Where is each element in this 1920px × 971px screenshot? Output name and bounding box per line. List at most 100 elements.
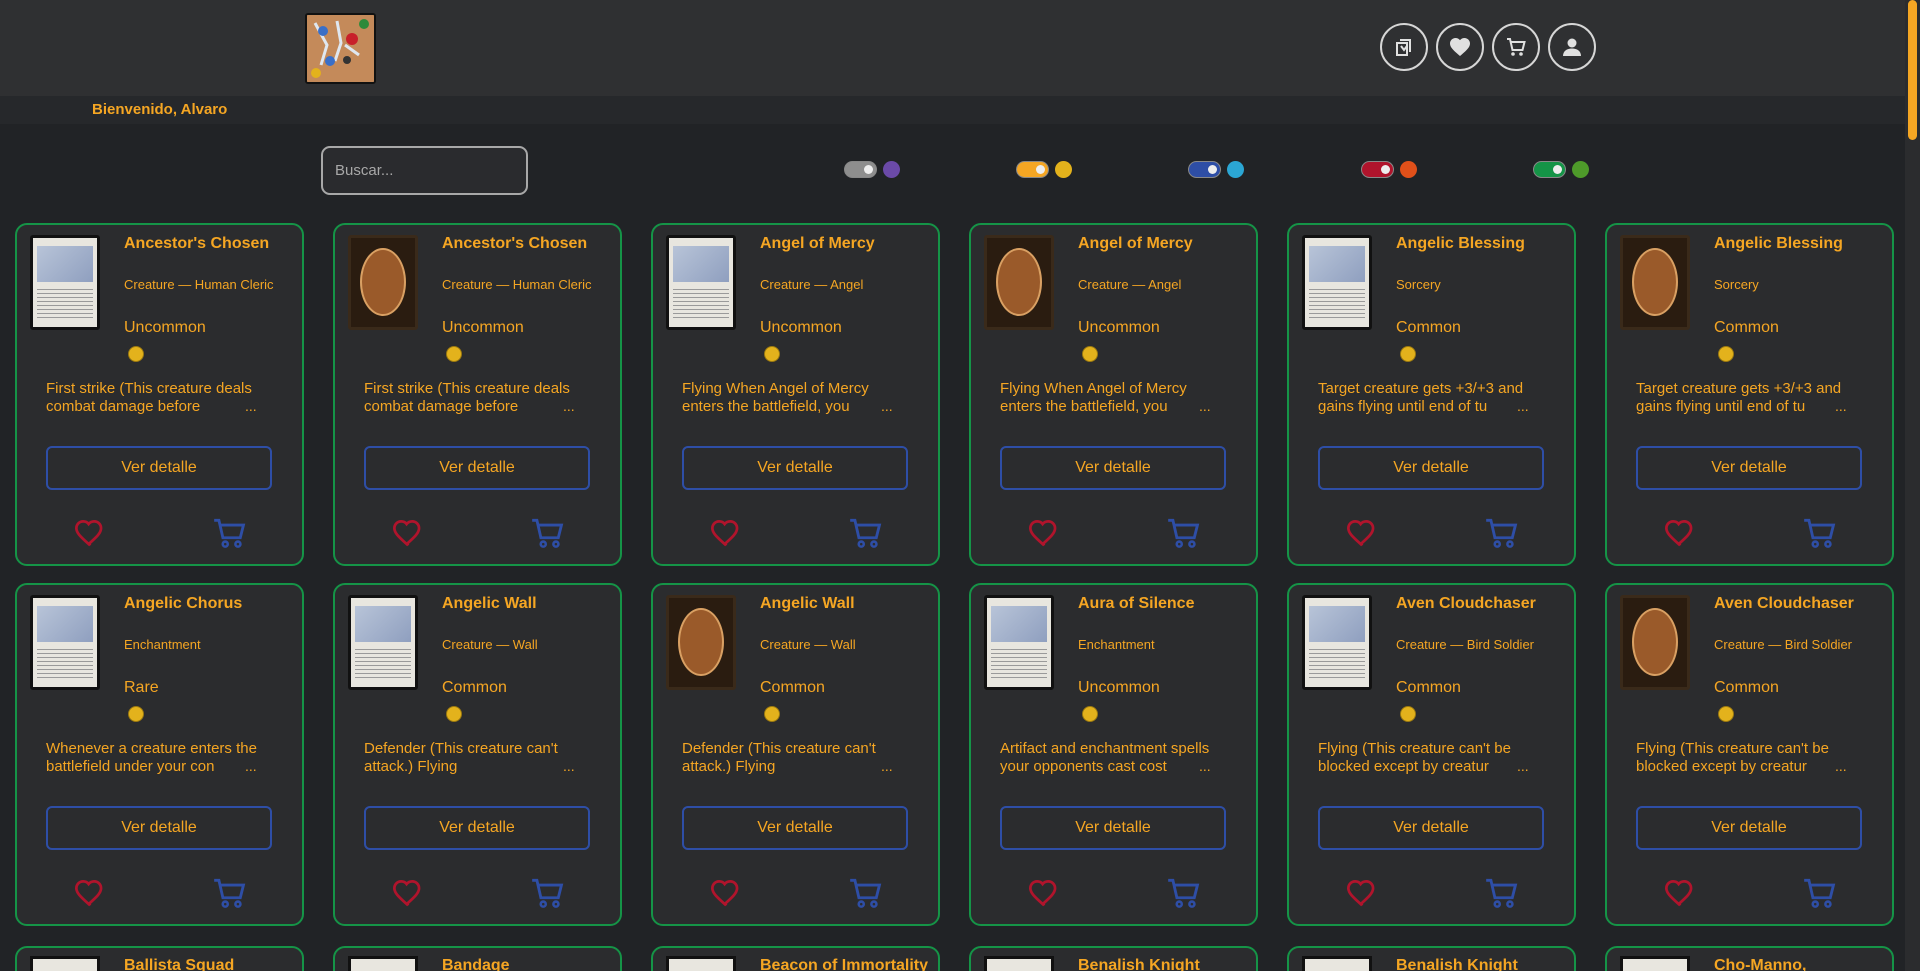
card-image[interactable] xyxy=(30,595,100,690)
card-image[interactable] xyxy=(1620,595,1690,690)
card-type: Sorcery xyxy=(1396,277,1441,292)
cart-icon[interactable] xyxy=(529,515,567,556)
heart-icon[interactable] xyxy=(391,878,425,913)
view-detail-button[interactable]: Ver detalle xyxy=(682,806,908,850)
filter-toggle-green[interactable] xyxy=(1533,161,1589,178)
heart-icon[interactable] xyxy=(1663,878,1697,913)
card-image[interactable] xyxy=(1620,235,1690,330)
card-rarity: Common xyxy=(1396,679,1461,696)
card-image[interactable] xyxy=(984,595,1054,690)
view-detail-button[interactable]: Ver detalle xyxy=(1000,446,1226,490)
cart-icon[interactable] xyxy=(1801,515,1839,556)
view-detail-button[interactable]: Ver detalle xyxy=(1000,806,1226,850)
card-image[interactable] xyxy=(30,235,100,330)
filter-toggle-white[interactable] xyxy=(1016,161,1072,178)
card-description: First strike (This creature deals combat… xyxy=(46,380,252,415)
card-image[interactable] xyxy=(1620,956,1690,971)
card-rarity: Uncommon xyxy=(1078,679,1160,696)
heart-icon[interactable] xyxy=(1027,878,1061,913)
card-type: Creature — Wall xyxy=(760,637,856,652)
card-image[interactable] xyxy=(1302,235,1372,330)
heart-icon[interactable] xyxy=(1436,23,1484,71)
view-detail-button[interactable]: Ver detalle xyxy=(1318,446,1544,490)
card-item: Benalish Knight xyxy=(969,946,1258,971)
card-item: Aura of Silence Enchantment Uncommon Artifa… xyxy=(969,583,1258,926)
card-image[interactable] xyxy=(348,235,418,330)
card-pack-icon[interactable] xyxy=(1380,23,1428,71)
view-detail-button[interactable]: Ver detalle xyxy=(364,806,590,850)
description-ellipsis: ... xyxy=(877,398,893,414)
card-title: Angelic Blessing xyxy=(1714,235,1843,252)
mana-logo-icon[interactable] xyxy=(305,13,376,84)
white-mana-icon xyxy=(764,346,780,362)
card-item: Angelic Wall Creature — Wall Common Defende… xyxy=(651,583,940,926)
cart-icon[interactable] xyxy=(1492,23,1540,71)
toggle-switch[interactable] xyxy=(1016,161,1049,178)
heart-icon[interactable] xyxy=(709,878,743,913)
cart-icon[interactable] xyxy=(211,515,249,556)
toggle-switch[interactable] xyxy=(1188,161,1221,178)
cart-icon[interactable] xyxy=(1165,875,1203,916)
card-title: Angel of Mercy xyxy=(1078,235,1193,252)
card-image[interactable] xyxy=(984,235,1054,330)
scrollbar-thumb[interactable] xyxy=(1908,0,1917,140)
card-item: Bandage xyxy=(333,946,622,971)
view-detail-button[interactable]: Ver detalle xyxy=(46,446,272,490)
filter-toggle-black[interactable] xyxy=(844,161,900,178)
card-description: First strike (This creature deals combat… xyxy=(364,380,570,415)
cart-icon[interactable] xyxy=(847,875,885,916)
card-image[interactable] xyxy=(1302,595,1372,690)
white-mana-icon xyxy=(446,706,462,722)
card-image[interactable] xyxy=(666,235,736,330)
heart-icon[interactable] xyxy=(1027,518,1061,553)
card-title: Aura of Silence xyxy=(1078,595,1195,612)
cart-icon[interactable] xyxy=(529,875,567,916)
card-description: Target creature gets +3/+3 and gains fly… xyxy=(1636,380,1842,415)
card-image[interactable] xyxy=(348,956,418,971)
search-input[interactable] xyxy=(321,146,528,195)
view-detail-button[interactable]: Ver detalle xyxy=(1636,806,1862,850)
card-image[interactable] xyxy=(984,956,1054,971)
toggle-switch[interactable] xyxy=(844,161,877,178)
toggle-switch[interactable] xyxy=(1533,161,1566,178)
card-description: Defender (This creature can't attack.) F… xyxy=(682,740,876,775)
cart-icon[interactable] xyxy=(1165,515,1203,556)
cart-icon[interactable] xyxy=(1801,875,1839,916)
card-image[interactable] xyxy=(1302,956,1372,971)
heart-icon[interactable] xyxy=(1345,878,1379,913)
heart-icon[interactable] xyxy=(391,518,425,553)
user-icon[interactable] xyxy=(1548,23,1596,71)
view-detail-button[interactable]: Ver detalle xyxy=(46,806,272,850)
card-rarity: Common xyxy=(760,679,825,696)
cart-icon[interactable] xyxy=(211,875,249,916)
white-mana-icon xyxy=(128,346,144,362)
heart-icon[interactable] xyxy=(73,878,107,913)
card-title: Angelic Wall xyxy=(442,595,537,612)
card-image[interactable] xyxy=(348,595,418,690)
view-detail-button[interactable]: Ver detalle xyxy=(1636,446,1862,490)
view-detail-button[interactable]: Ver detalle xyxy=(364,446,590,490)
view-detail-button[interactable]: Ver detalle xyxy=(1318,806,1544,850)
card-description: Artifact and enchantment spells your opp… xyxy=(1000,740,1210,775)
card-type: Creature — Bird Soldier xyxy=(1714,637,1852,652)
heart-icon[interactable] xyxy=(1663,518,1697,553)
card-image[interactable] xyxy=(666,956,736,971)
cart-icon[interactable] xyxy=(847,515,885,556)
heart-icon[interactable] xyxy=(709,518,743,553)
filter-toggle-blue[interactable] xyxy=(1188,161,1244,178)
heart-icon[interactable] xyxy=(1345,518,1379,553)
card-image[interactable] xyxy=(666,595,736,690)
heart-icon[interactable] xyxy=(73,518,107,553)
card-rarity: Uncommon xyxy=(760,319,842,336)
card-title: Angelic Blessing xyxy=(1396,235,1525,252)
toggle-switch[interactable] xyxy=(1361,161,1394,178)
filter-toggle-red[interactable] xyxy=(1361,161,1417,178)
scrollbar[interactable] xyxy=(1905,0,1920,971)
green-mana-icon xyxy=(1572,161,1589,178)
cart-icon[interactable] xyxy=(1483,875,1521,916)
card-rarity: Common xyxy=(1396,319,1461,336)
card-title: Ballista Squad xyxy=(124,957,235,971)
view-detail-button[interactable]: Ver detalle xyxy=(682,446,908,490)
card-image[interactable] xyxy=(30,956,100,971)
cart-icon[interactable] xyxy=(1483,515,1521,556)
